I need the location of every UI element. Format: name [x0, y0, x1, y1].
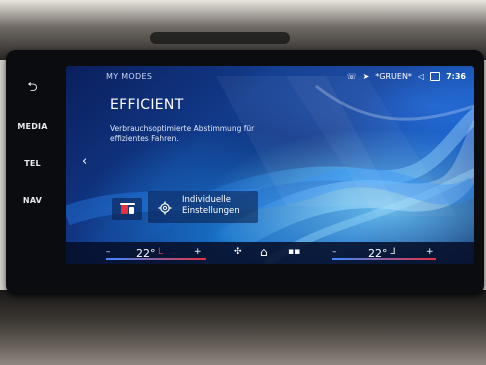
- mode-header: MY MODES: [106, 72, 153, 81]
- navigation-arrow-icon: ➤: [362, 71, 370, 81]
- mode-icon-button[interactable]: [112, 198, 142, 220]
- air-vent: [150, 32, 290, 44]
- fan-icon[interactable]: ✣: [234, 247, 242, 257]
- right-temp-increase[interactable]: +: [426, 247, 434, 257]
- right-seat-heat-icon[interactable]: ᒧ: [390, 247, 396, 257]
- mode-title: EFFICIENT: [110, 97, 184, 113]
- phone-icon: ☏: [346, 71, 357, 81]
- message-icon: [430, 71, 441, 81]
- climate-bar: – 22° ᒪ + ✣ ⌂ ▪▪ – 22° ᒧ +: [66, 242, 474, 264]
- profile-name: *GRUEN*: [375, 71, 412, 81]
- right-temp-indicator: [332, 258, 436, 260]
- tel-key[interactable]: TEL: [10, 159, 55, 168]
- back-icon: ⮌: [27, 80, 38, 95]
- infotainment-screen: MY MODES ☏ ➤ *GRUEN* ◁ 7:36 EFFICIENT Ve…: [66, 66, 474, 264]
- settings-label-line2: Einstellungen: [182, 206, 240, 216]
- side-key-strip: ⮌ MEDIA TEL NAV: [10, 70, 55, 240]
- car-seat-icon: [120, 203, 135, 214]
- left-temp-increase[interactable]: +: [194, 247, 202, 257]
- gear-icon: [158, 201, 172, 215]
- right-temp-decrease[interactable]: –: [332, 247, 337, 257]
- settings-label-line1: Individuelle: [182, 195, 232, 205]
- chevron-left-icon: ‹: [82, 154, 88, 169]
- previous-mode-button[interactable]: ‹: [82, 154, 87, 169]
- nav-key[interactable]: NAV: [10, 196, 55, 205]
- media-key[interactable]: MEDIA: [10, 122, 55, 131]
- mode-description: Verbrauchsoptimierte Abstimmung für effi…: [110, 124, 255, 143]
- clock: 7:36: [446, 71, 466, 81]
- home-icon[interactable]: ⌂: [260, 245, 268, 259]
- individual-settings-button[interactable]: Individuelle Einstellungen: [148, 191, 258, 223]
- individual-settings-label: Individuelle Einstellungen: [182, 195, 262, 217]
- status-bar: ☏ ➤ *GRUEN* ◁ 7:36: [347, 70, 466, 82]
- volume-icon: ◁: [417, 71, 425, 81]
- back-key[interactable]: ⮌: [10, 78, 55, 100]
- dashboard-bottom: [0, 290, 486, 365]
- apps-grid-icon[interactable]: ▪▪: [288, 247, 300, 257]
- wave-background: [66, 76, 474, 264]
- left-temp-indicator: [106, 258, 206, 260]
- left-seat-heat-icon[interactable]: ᒪ: [158, 247, 163, 257]
- left-temp-decrease[interactable]: –: [106, 247, 111, 257]
